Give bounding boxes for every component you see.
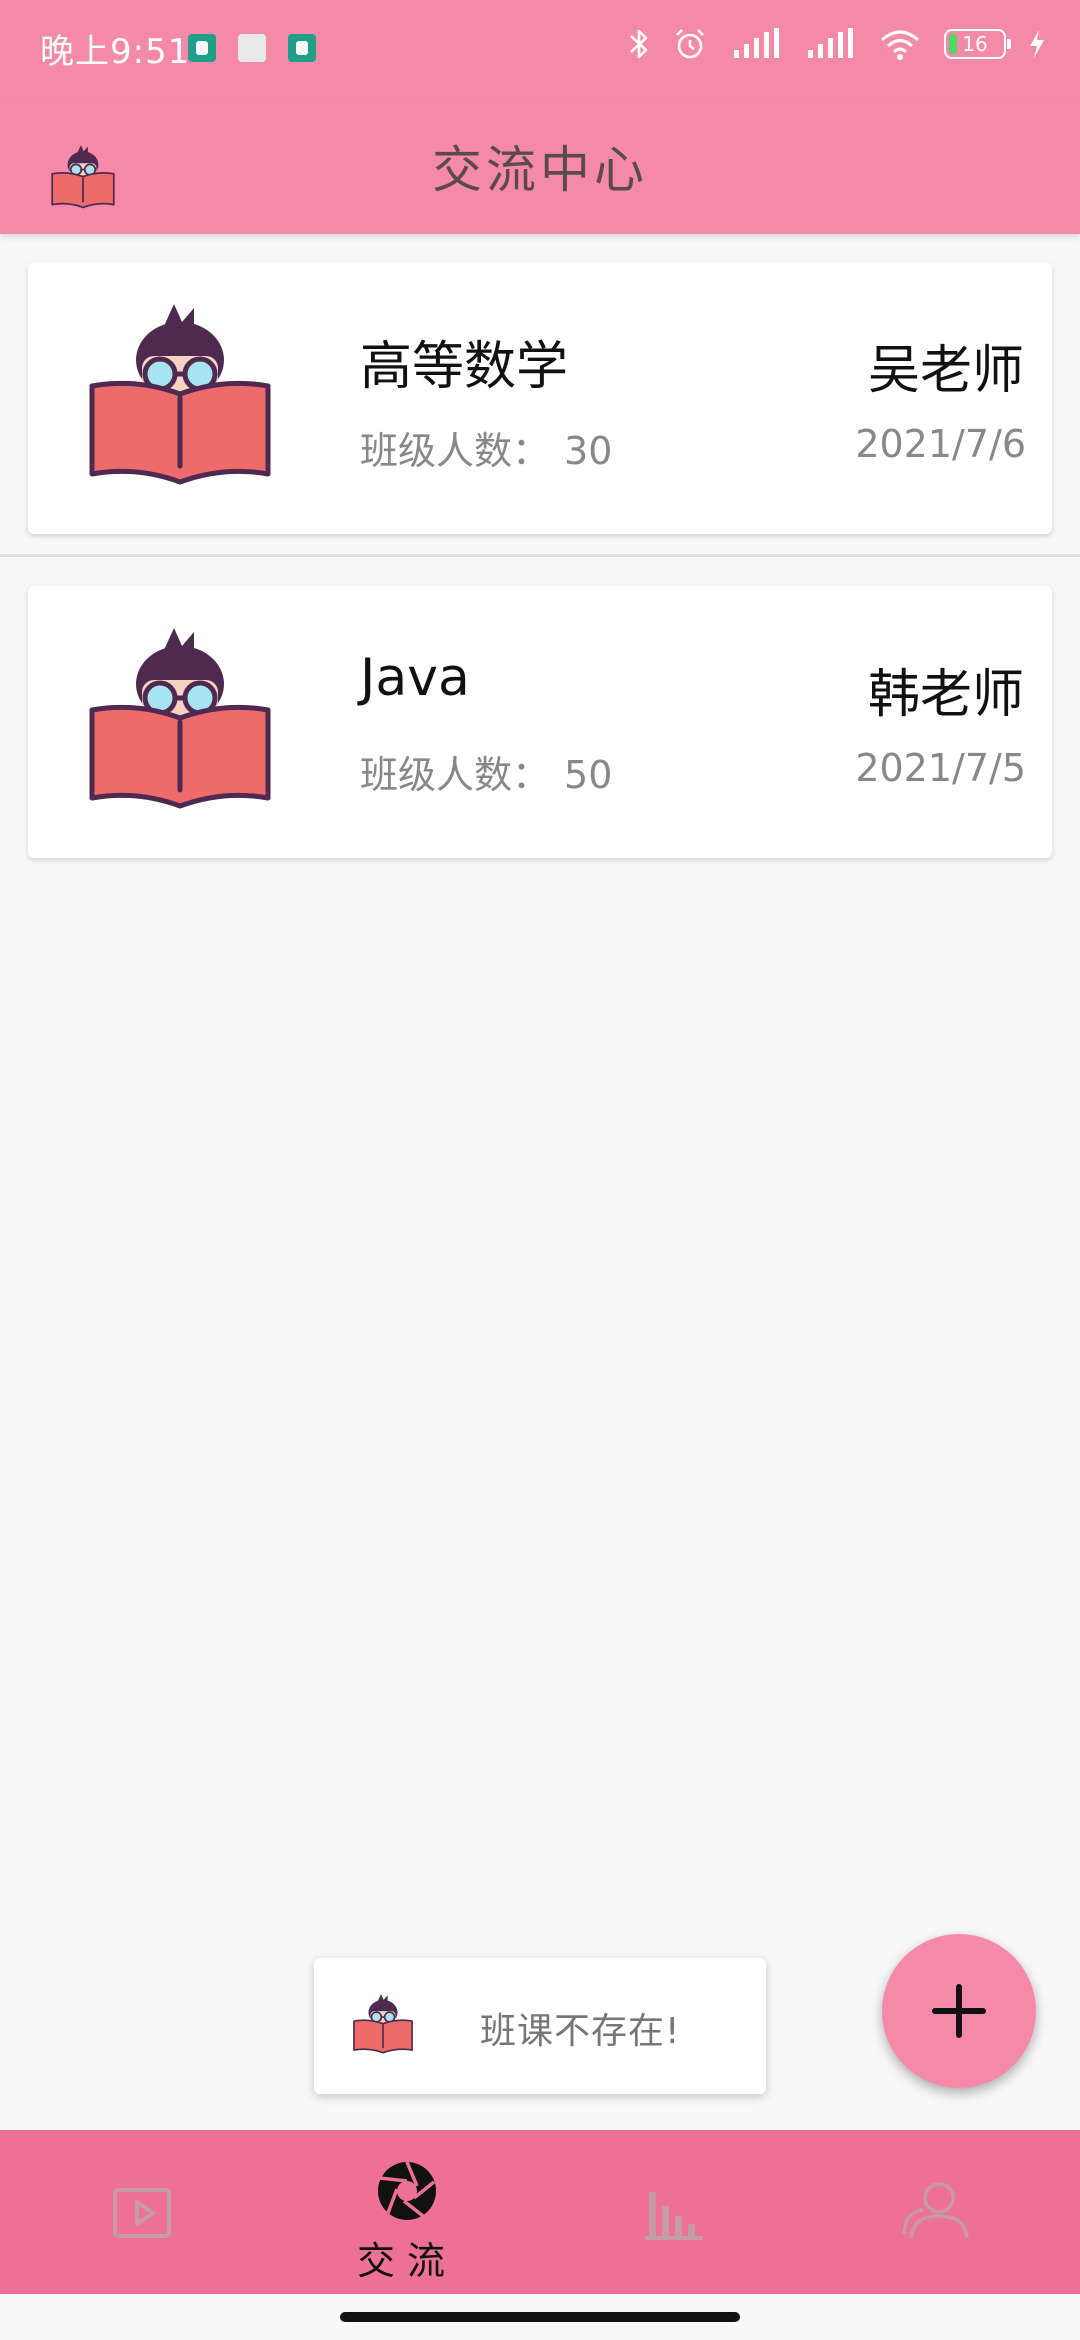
toast-message: 班课不存在! <box>314 1958 766 2094</box>
user-icon <box>902 2182 969 2239</box>
nav-item-video[interactable] <box>8 2130 278 2294</box>
bar-chart-icon <box>645 2192 703 2240</box>
class-date: 2021/7/5 <box>855 746 1026 790</box>
class-count-label: 班级人数： <box>360 429 551 473</box>
app-logo-icon <box>350 1988 416 2062</box>
charging-icon <box>1030 30 1044 58</box>
class-name: Java <box>360 648 470 708</box>
notification-icons <box>188 34 316 62</box>
battery-level-fill <box>949 34 957 54</box>
class-avatar-icon <box>80 622 280 822</box>
video-icon <box>113 2188 171 2238</box>
class-count-label: 班级人数： <box>360 753 551 797</box>
wifi-icon <box>881 30 919 60</box>
bluetooth-icon <box>630 29 648 59</box>
gesture-bar[interactable] <box>340 2312 740 2322</box>
class-avatar-icon <box>80 298 280 498</box>
app-bar: 交流中心 <box>0 100 1080 234</box>
teacher-name: 吴老师 <box>867 341 1024 401</box>
class-date: 2021/7/6 <box>855 422 1026 466</box>
nav-item-exchange[interactable]: 交流 <box>272 2130 542 2294</box>
battery-level: 16 <box>962 32 988 56</box>
alarm-icon <box>676 29 704 59</box>
class-count-value: 50 <box>564 753 613 797</box>
battery-icon: 16 <box>944 29 1011 59</box>
plus-icon <box>932 1984 986 2038</box>
nav-item-statistics[interactable] <box>540 2130 810 2294</box>
class-card[interactable]: Java 班级人数： 50 韩老师 2021/7/5 <box>28 586 1052 858</box>
signal-icon <box>808 28 853 58</box>
page-title: 交流中心 <box>432 141 648 199</box>
class-count-value: 30 <box>564 429 613 473</box>
status-indicators: 16 <box>628 26 1046 62</box>
aperture-icon <box>378 2161 436 2220</box>
image-notification-icon <box>238 34 266 62</box>
android-notification-icon <box>188 34 216 62</box>
nav-item-profile[interactable] <box>802 2130 1072 2294</box>
class-card[interactable]: 高等数学 班级人数： 30 吴老师 2021/7/6 <box>28 262 1052 534</box>
teacher-name: 韩老师 <box>867 665 1024 725</box>
list-divider <box>0 554 1080 557</box>
bottom-navigation: 交流 <box>0 2130 1080 2294</box>
android-notification-icon <box>288 34 316 62</box>
nav-label-exchange: 交流 <box>356 2239 457 2283</box>
status-time: 晚上9:51 <box>40 32 191 72</box>
class-count: 班级人数： 30 <box>360 420 612 475</box>
class-name: 高等数学 <box>360 337 569 397</box>
class-count: 班级人数： 50 <box>360 744 612 799</box>
add-class-button[interactable] <box>882 1934 1036 2088</box>
signal-icon <box>734 28 779 58</box>
status-bar: 晚上9:51 16 <box>0 0 1080 100</box>
toast-text: 班课不存在! <box>480 2011 681 2052</box>
